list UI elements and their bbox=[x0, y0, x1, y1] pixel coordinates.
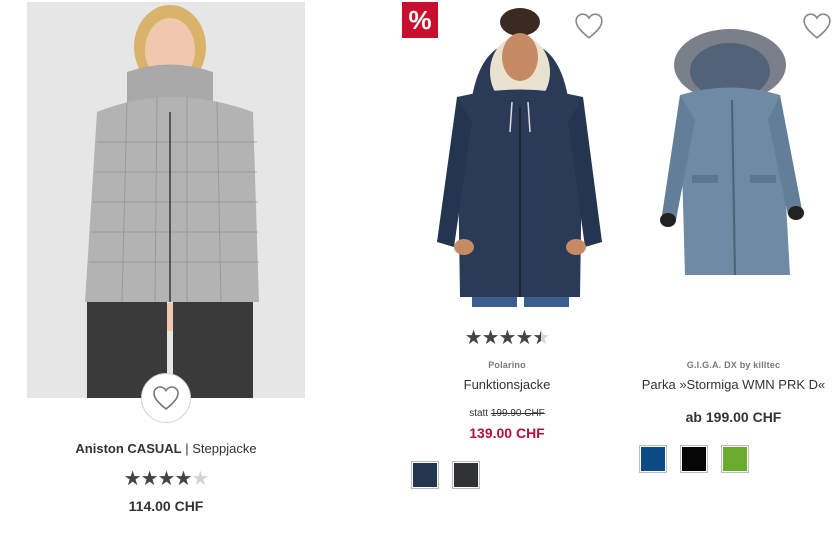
color-swatch-navy[interactable] bbox=[411, 461, 439, 489]
product-price: 114.00 CHF bbox=[128, 498, 204, 514]
old-price-prefix: statt bbox=[469, 408, 489, 419]
favorite-button[interactable] bbox=[574, 12, 604, 45]
rating-stars: ★★★★★★ bbox=[464, 327, 551, 349]
percent-icon: % bbox=[408, 4, 432, 35]
swatch-color bbox=[723, 447, 747, 471]
product-title: Steppjacke bbox=[192, 441, 257, 456]
old-price-value: 199.90 CHF bbox=[490, 408, 545, 419]
color-swatch-anthracite[interactable] bbox=[452, 461, 480, 489]
color-swatch-green[interactable] bbox=[721, 445, 749, 473]
brand-name: Aniston CASUAL bbox=[75, 441, 182, 456]
product-title[interactable]: Parka »Stormiga WMN PRK D« bbox=[630, 377, 837, 392]
heart-outline-icon bbox=[575, 13, 603, 39]
product-image[interactable] bbox=[27, 2, 305, 398]
separator: | bbox=[185, 441, 189, 456]
product-price: ab 199.00 CHF bbox=[685, 409, 782, 425]
heart-outline-icon bbox=[153, 386, 179, 411]
old-price: statt 199.90 CHF bbox=[402, 408, 612, 419]
color-swatch-black[interactable] bbox=[680, 445, 708, 473]
favorite-button[interactable] bbox=[141, 373, 191, 423]
swatch-color bbox=[682, 447, 706, 471]
product-image[interactable] bbox=[402, 2, 612, 307]
brand-name: G.I.G.A. DX by killtec bbox=[686, 360, 781, 370]
sale-price: 139.00 CHF bbox=[469, 425, 545, 441]
color-swatch-blue[interactable] bbox=[639, 445, 667, 473]
heart-outline-icon bbox=[803, 13, 831, 39]
rating-stars: ★★★★★ bbox=[123, 468, 210, 490]
swatch-color bbox=[641, 447, 665, 471]
brand-name: Polarino bbox=[488, 360, 526, 370]
product-name[interactable]: Aniston CASUAL | Steppjacke bbox=[27, 441, 305, 456]
swatch-color bbox=[413, 463, 437, 487]
sale-badge: % bbox=[402, 2, 438, 38]
favorite-button[interactable] bbox=[802, 12, 832, 45]
product-image[interactable] bbox=[650, 25, 820, 283]
swatch-color bbox=[454, 463, 478, 487]
product-title[interactable]: Funktionsjacke bbox=[402, 377, 612, 392]
